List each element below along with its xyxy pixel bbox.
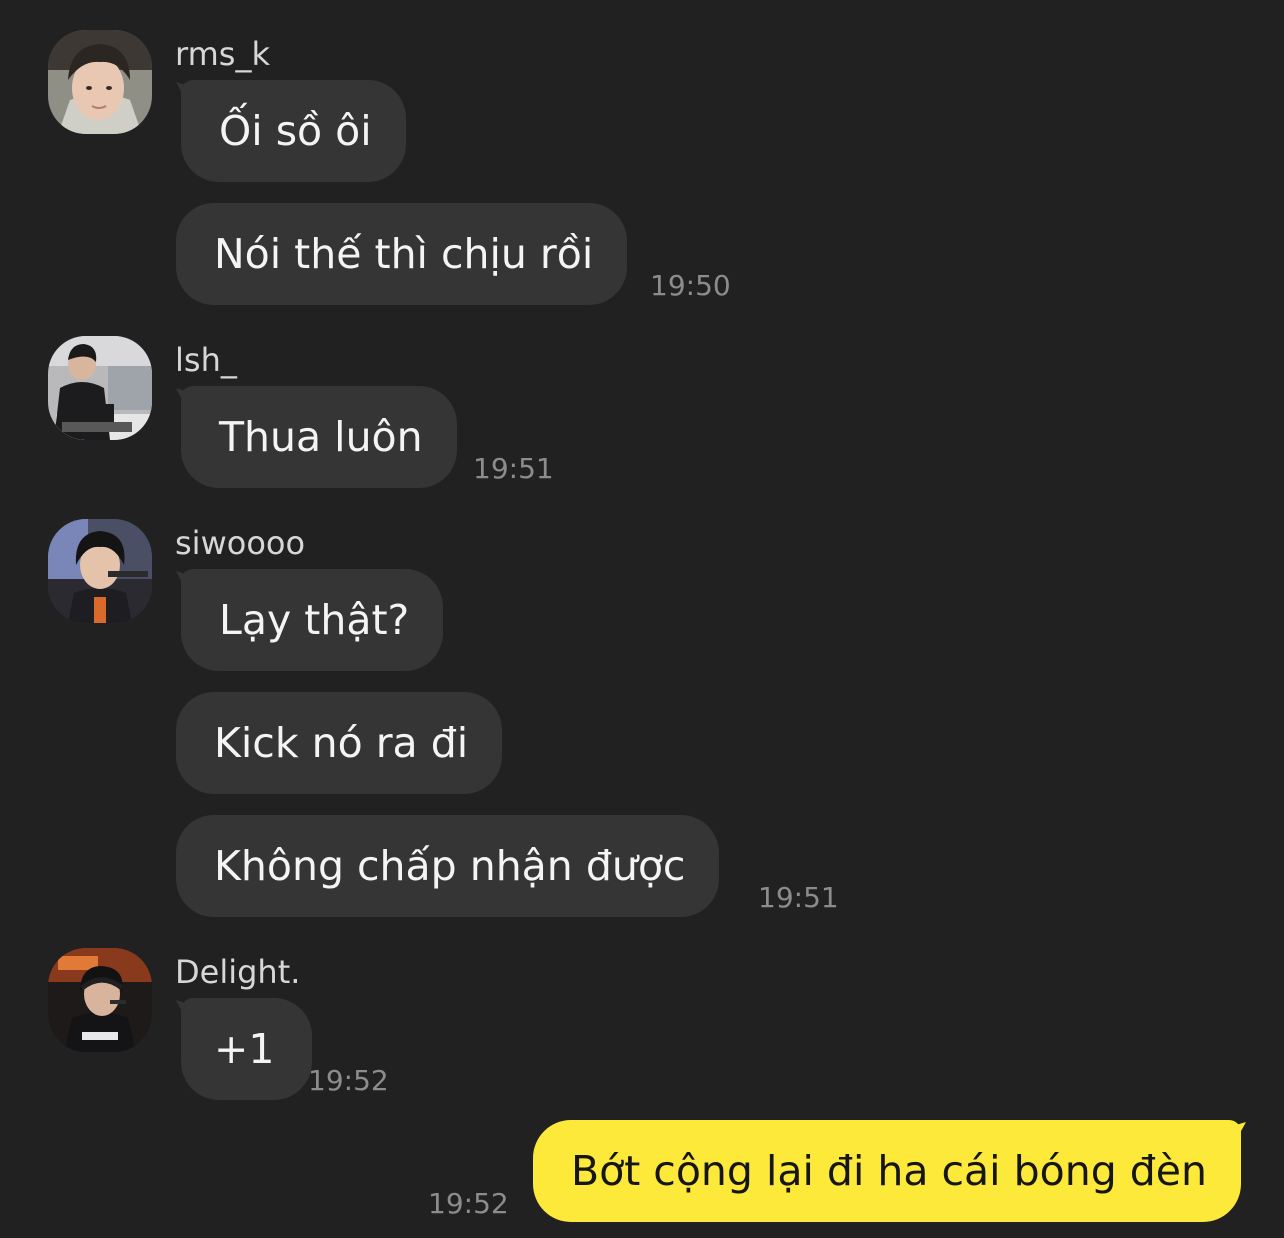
outgoing-message-bubble[interactable]: Bớt cộng lại đi ha cái bóng đèn: [532, 1120, 1241, 1222]
sender-name: rms_k: [175, 35, 270, 73]
timestamp: 19:50: [650, 269, 731, 302]
sender-name: siwoooo: [175, 524, 306, 562]
avatar-siwoooo[interactable]: [48, 519, 152, 623]
lsh-avatar-photo: [48, 336, 152, 440]
avatar-delight[interactable]: [48, 948, 152, 1052]
sender-name: lsh_: [175, 341, 237, 379]
message-bubble[interactable]: Lạy thật?: [181, 569, 444, 671]
timestamp: 19:51: [473, 452, 554, 485]
message-bubble[interactable]: Kick nó ra đi: [176, 692, 503, 794]
delight-avatar-photo: [48, 948, 152, 1052]
avatar-rms-k[interactable]: [48, 30, 152, 134]
sender-name: Delight.: [175, 953, 301, 991]
timestamp: 19:51: [758, 881, 839, 914]
avatar-lsh[interactable]: [48, 336, 152, 440]
message-bubble[interactable]: +1: [181, 998, 313, 1100]
message-bubble[interactable]: Ối sồ ôi: [181, 80, 406, 182]
message-bubble[interactable]: Thua luôn: [181, 386, 457, 488]
message-bubble[interactable]: Nói thế thì chịu rồi: [176, 203, 628, 305]
message-bubble[interactable]: Không chấp nhận được: [176, 815, 720, 917]
siwoooo-avatar-photo: [48, 519, 152, 623]
rms-k-avatar-photo: [48, 30, 152, 134]
timestamp: 19:52: [308, 1064, 389, 1097]
timestamp: 19:52: [428, 1187, 509, 1220]
